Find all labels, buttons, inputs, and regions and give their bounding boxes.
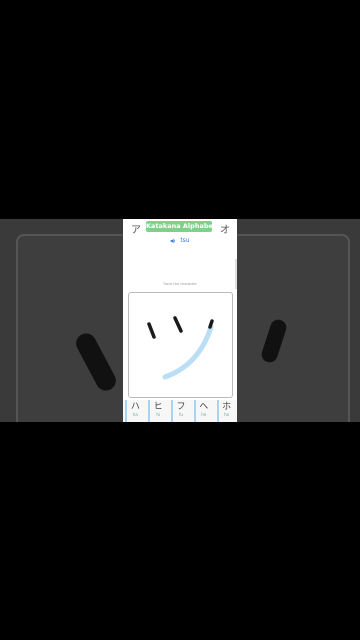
user-stroke-2 — [173, 316, 183, 333]
kana-item-ho[interactable]: ホ ho — [216, 400, 235, 422]
drawing-canvas[interactable] — [128, 292, 233, 398]
top-bar: ア Katakana Alphabet オ — [123, 219, 237, 236]
kana-romaji: ho — [224, 412, 230, 417]
kana-romaji: ha — [132, 412, 138, 417]
kana-romaji: fu — [179, 412, 183, 417]
kana-item-ha[interactable]: ハ ha — [125, 400, 143, 422]
page-title: Katakana Alphabet — [146, 221, 216, 232]
guide-stroke — [162, 324, 214, 380]
kana-romaji: he — [201, 412, 207, 417]
tracing-svg — [147, 316, 214, 380]
next-kana-button[interactable]: オ — [220, 221, 230, 236]
kana-item-fu[interactable]: フ fu — [170, 400, 189, 422]
kana-char: ヒ — [153, 402, 163, 412]
app-screen: ア Katakana Alphabet オ tsu Trace the char… — [123, 219, 237, 422]
prev-kana-button[interactable]: ア — [131, 221, 141, 236]
kana-item-he[interactable]: ヘ he — [193, 400, 212, 422]
play-sound-button[interactable]: tsu — [123, 237, 237, 244]
kana-char: ヘ — [199, 402, 209, 412]
kana-char: フ — [176, 402, 186, 412]
kana-char: ハ — [130, 402, 140, 412]
kana-item-hi[interactable]: ヒ hi — [148, 400, 166, 422]
user-stroke-3 — [208, 319, 214, 329]
kana-char: ホ — [222, 402, 232, 412]
user-stroke-1 — [147, 322, 156, 339]
kana-selector-row: ハ ha ヒ hi フ fu ヘ he ホ ho — [123, 400, 237, 422]
kana-romaji: hi — [156, 412, 161, 417]
instruction-text: Trace the character — [162, 282, 197, 286]
romaji-label: tsu — [180, 237, 190, 244]
speaker-icon — [170, 238, 176, 243]
